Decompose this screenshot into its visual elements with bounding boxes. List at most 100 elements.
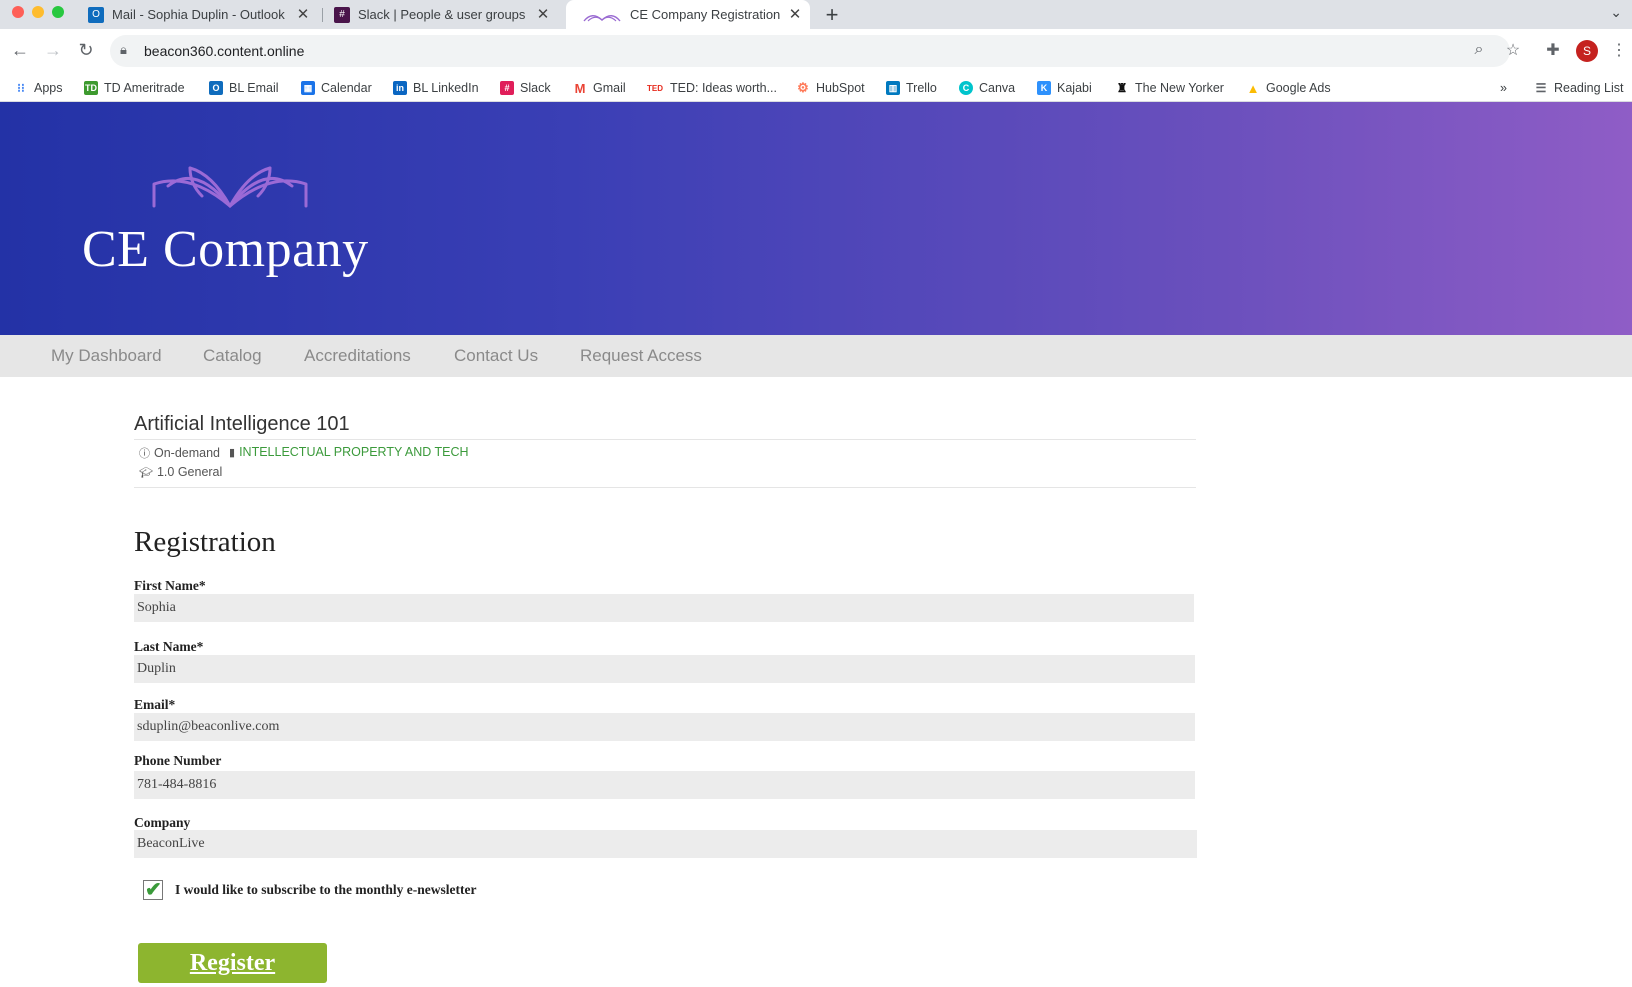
book-icon: ▮ [229,446,236,459]
url-text: beacon360.content.online [144,43,305,59]
slack-icon: # [334,6,350,23]
bookmark-trello[interactable]: ▥ Trello [886,79,937,97]
last-name-label: Last Name* [134,639,204,654]
bookmark-label: Canva [979,81,1016,95]
tab-ce-company[interactable]: CE Company Registration ✕ [566,0,810,29]
address-bar[interactable]: 🔒︎ beacon360.content.online [110,35,1510,67]
newsletter-checkbox[interactable]: ✔ [143,879,163,901]
first-name-label: First Name* [134,578,206,593]
profile-avatar[interactable]: S [1576,40,1598,62]
slack-icon: # [500,81,514,95]
bookmark-label: Gmail [593,81,626,95]
bookmark-kajabi[interactable]: K Kajabi [1037,79,1092,97]
graduation-cap-icon: 🎓︎ [139,466,153,479]
info-icon: ⓘ [139,448,150,460]
course-category[interactable]: ▮ INTELLECTUAL PROPERTY AND TECH [229,445,469,459]
first-name-field[interactable] [134,594,1194,622]
nav-my-dashboard[interactable]: My Dashboard [51,346,162,366]
bookmark-label: BL LinkedIn [413,81,479,95]
reading-list-label: Reading List [1554,81,1624,95]
bookmark-canva[interactable]: C Canva [959,79,1015,97]
bookmark-label: TED: Ideas worth... [670,81,777,95]
company-field[interactable] [134,830,1197,858]
bookmark-label: HubSpot [816,81,865,95]
outlook-icon: O [209,81,223,95]
tab-title: CE Company Registration [630,7,781,22]
bookmark-label: Google Ads [1266,81,1331,95]
register-button[interactable]: Register [138,943,327,983]
hubspot-icon: ⚙ [797,80,809,95]
window-close-button[interactable] [12,6,24,18]
bookmark-ted[interactable]: TED TED: Ideas worth... [646,79,777,97]
bookmark-calendar[interactable]: ▦ Calendar [301,79,372,97]
nav-contact-us[interactable]: Contact Us [454,346,538,366]
reload-icon[interactable]: ↻ [74,38,98,62]
course-format: ⓘ On-demand [139,445,220,461]
ce-company-book-icon [582,7,622,23]
bookmark-label: BL Email [229,81,279,95]
close-icon[interactable]: ✕ [294,5,312,23]
window-zoom-button[interactable] [52,6,64,18]
nav-request-access[interactable]: Request Access [580,346,702,366]
bookmark-slack[interactable]: # Slack [500,79,551,97]
phone-field[interactable] [134,771,1195,799]
extensions-puzzle-icon[interactable]: ✚ [1543,40,1563,60]
site-logo-text[interactable]: CE Company [82,220,369,279]
bookmark-new-yorker[interactable]: ♜ The New Yorker [1115,79,1224,97]
bookmark-bl-email[interactable]: O BL Email [209,79,279,97]
tab-title: Slack | People & user groups | [358,7,530,22]
td-ameritrade-icon: TD [84,81,98,95]
reading-list-button[interactable]: ☰ Reading List [1534,79,1624,97]
course-category-label[interactable]: INTELLECTUAL PROPERTY AND TECH [239,445,468,459]
bookmark-bl-linkedin[interactable]: in BL LinkedIn [393,79,479,97]
lock-icon: 🔒︎ [120,42,127,57]
outlook-icon: O [88,6,104,23]
bookmark-label: Kajabi [1057,81,1092,95]
bookmark-label: TD Ameritrade [104,81,185,95]
new-tab-button[interactable]: + [822,2,842,28]
tab-outlook[interactable]: O Mail - Sophia Duplin - Outlook ✕ [88,0,318,29]
zoom-icon[interactable]: ⌕ [1469,41,1489,59]
course-title: Artificial Intelligence 101 [134,413,350,435]
bookmark-google-ads[interactable]: ▲ Google Ads [1246,79,1331,97]
gmail-icon: M [574,80,586,96]
registration-heading: Registration [134,526,276,558]
bookmark-td-ameritrade[interactable]: TD TD Ameritrade [84,79,185,97]
site-navigation: My Dashboard Catalog Accreditations Cont… [0,335,1632,377]
close-icon[interactable]: ✕ [786,5,804,23]
tab-search-chevron-icon[interactable]: ⌄ [1610,4,1622,21]
course-format-label: On-demand [154,446,221,460]
bookmark-gmail[interactable]: M Gmail [573,79,626,97]
bookmark-hubspot[interactable]: ⚙ HubSpot [796,79,865,97]
email-field[interactable] [134,713,1195,741]
trello-icon: ▥ [886,81,900,95]
star-icon[interactable]: ☆ [1503,40,1523,60]
forward-arrow-icon[interactable]: → [41,38,65,62]
tab-slack[interactable]: # Slack | People & user groups | ✕ [334,0,558,29]
window-minimize-button[interactable] [32,6,44,18]
bookmark-label: Slack [520,81,551,95]
ted-icon: TED [647,83,663,93]
bookmarks-overflow-button[interactable]: » [1500,79,1507,97]
overflow-chevron-icon: » [1500,81,1507,95]
newsletter-label[interactable]: I would like to subscribe to the monthly… [175,882,476,898]
nav-accreditations[interactable]: Accreditations [304,346,411,366]
linkedin-icon: in [393,81,407,95]
bookmark-label: Apps [34,81,63,95]
bookmarks-bar: ⁝⁝ Apps TD TD Ameritrade O BL Email ▦ Ca… [0,74,1632,102]
kebab-menu-icon[interactable]: ⋮ [1609,40,1629,60]
browser-tab-bar: O Mail - Sophia Duplin - Outlook ✕ # Sla… [0,0,1632,29]
back-arrow-icon[interactable]: ← [8,38,32,62]
last-name-field[interactable] [134,655,1195,683]
reading-list-icon: ☰ [1535,81,1547,95]
bookmark-label: Calendar [321,81,372,95]
checkmark-icon: ✔ [145,879,162,901]
divider [134,439,1196,440]
hero-banner: CE Company [0,102,1632,335]
bookmark-apps[interactable]: ⁝⁝ Apps [14,79,63,97]
open-book-logo-icon [152,166,308,208]
nav-catalog[interactable]: Catalog [203,346,262,366]
email-label: Email* [134,697,176,712]
browser-toolbar: ← → ↻ 🔒︎ beacon360.content.online ⌕ ☆ ✚ … [0,29,1632,74]
close-icon[interactable]: ✕ [534,5,552,23]
